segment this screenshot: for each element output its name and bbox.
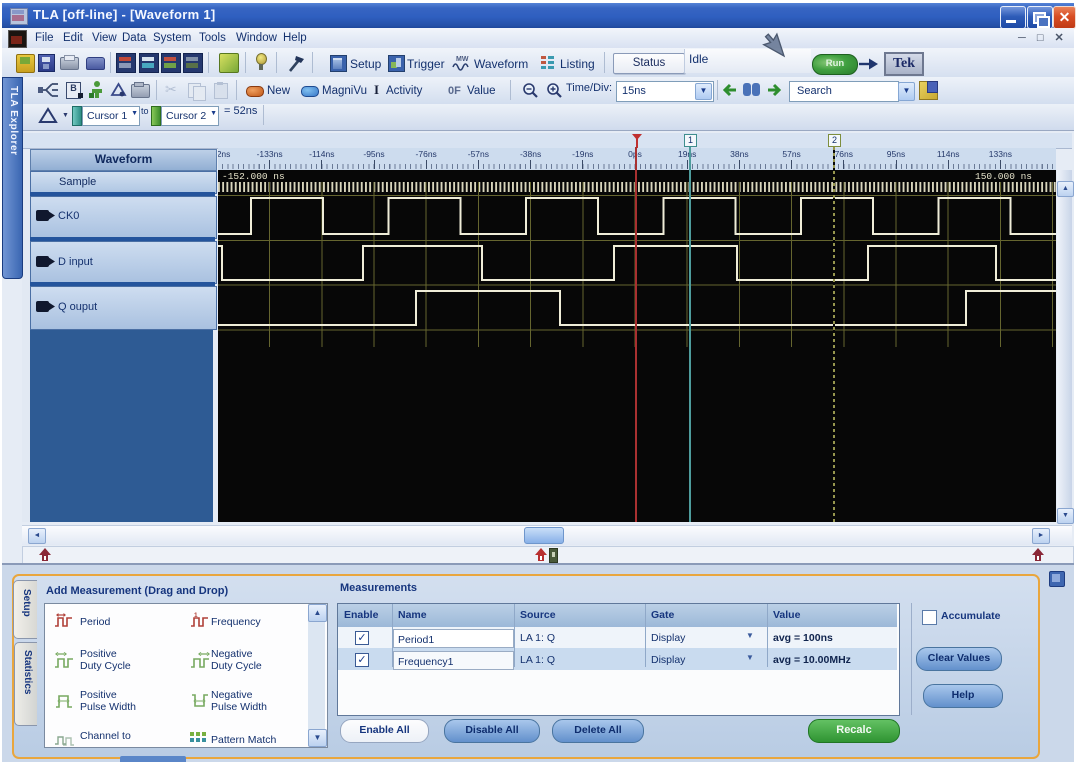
svg-text:1: 1 bbox=[194, 612, 198, 619]
svg-text:MW: MW bbox=[456, 56, 469, 63]
